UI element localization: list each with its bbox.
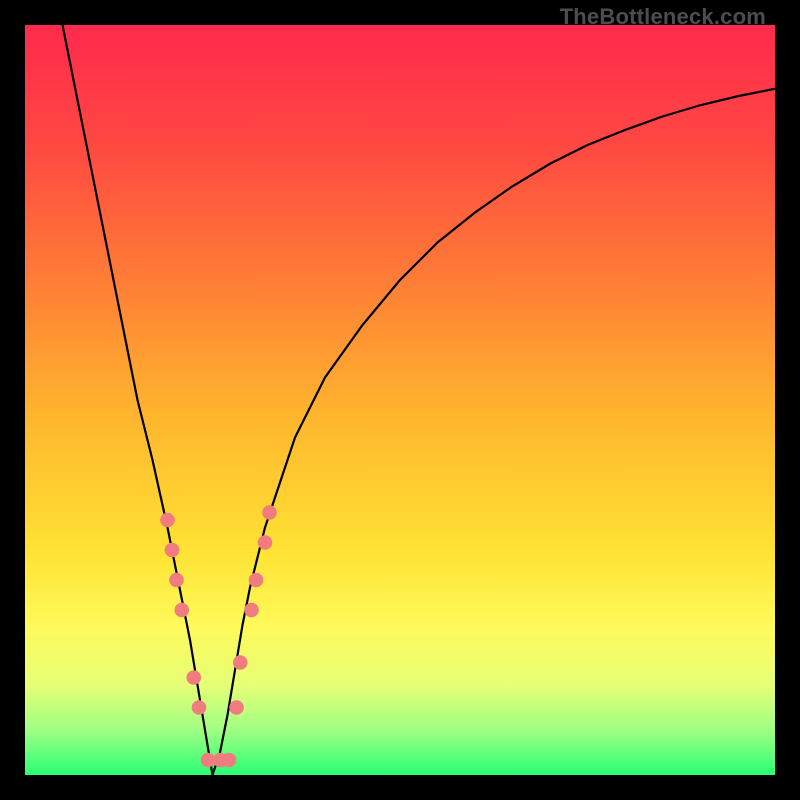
curve-marker	[175, 603, 189, 617]
curve-marker	[192, 701, 206, 715]
curve-marker	[187, 671, 201, 685]
curve-marker	[161, 513, 175, 527]
curve-marker	[170, 573, 184, 587]
watermark-label: TheBottleneck.com	[560, 4, 766, 30]
curve-marker	[258, 536, 272, 550]
curve-marker	[165, 543, 179, 557]
curve-marker	[249, 573, 263, 587]
plot-area	[25, 25, 775, 775]
curve-marker	[233, 656, 247, 670]
curve-marker	[222, 753, 236, 767]
chart-svg	[25, 25, 775, 775]
curve-marker	[245, 603, 259, 617]
curve-marker	[263, 506, 277, 520]
curve-marker	[230, 701, 244, 715]
